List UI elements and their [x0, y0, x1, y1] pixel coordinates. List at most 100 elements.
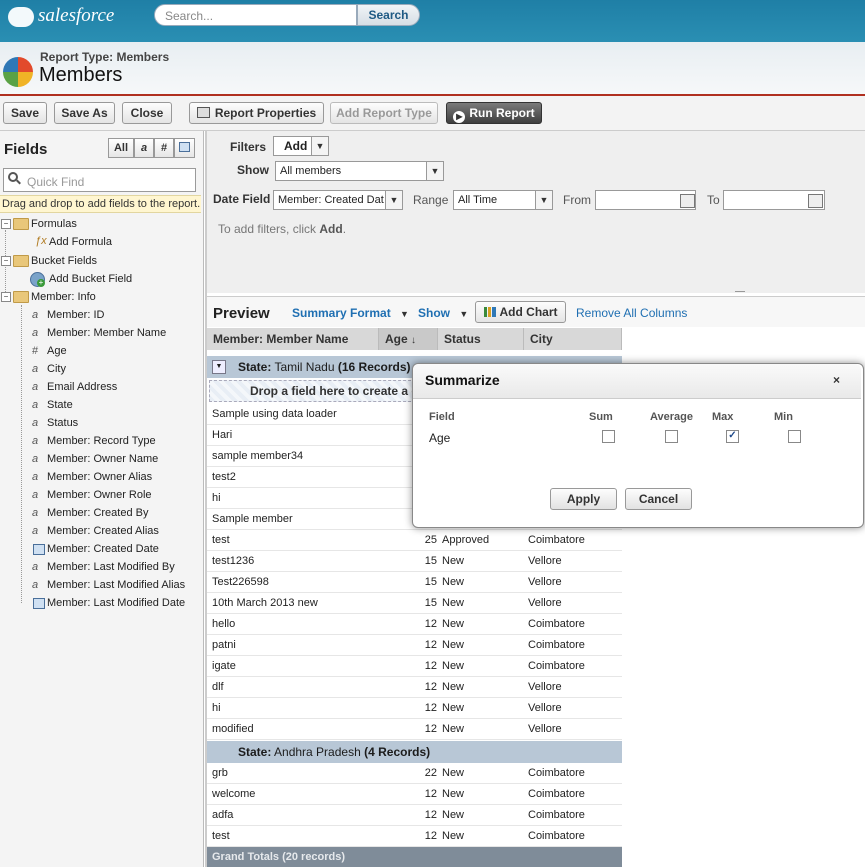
- calendar-icon[interactable]: [680, 194, 695, 208]
- col-header-status[interactable]: Status: [438, 328, 524, 350]
- col-header-city[interactable]: City: [524, 328, 622, 350]
- field-item[interactable]: Member: Record Type: [47, 435, 156, 447]
- field-item[interactable]: Status: [47, 417, 78, 429]
- cell-age: 12: [424, 830, 437, 842]
- range-select[interactable]: All Time ▼: [453, 190, 553, 210]
- field-item[interactable]: Member: Last Modified Date: [47, 597, 185, 609]
- field-item[interactable]: Member: Owner Alias: [47, 471, 152, 483]
- apply-button[interactable]: Apply: [550, 488, 617, 510]
- add-chart-label: Add Chart: [499, 305, 558, 319]
- col-header-member-name[interactable]: Member: Member Name: [207, 328, 379, 350]
- field-item[interactable]: Email Address: [47, 381, 117, 393]
- field-item[interactable]: City: [47, 363, 66, 375]
- filters-label: Filters: [230, 140, 267, 154]
- text-field-icon: a: [32, 417, 39, 429]
- remove-all-columns-link[interactable]: Remove All Columns: [576, 306, 687, 320]
- max-checkbox[interactable]: ✓: [726, 430, 739, 443]
- field-item[interactable]: Member: Last Modified Alias: [47, 579, 185, 591]
- play-icon: ▶: [453, 111, 466, 123]
- field-item[interactable]: Member: Last Modified By: [47, 561, 175, 573]
- text-field-icon: a: [32, 489, 39, 501]
- show-select[interactable]: All members ▼: [275, 161, 444, 181]
- cell-member-name: Sample member: [212, 513, 293, 525]
- cell-status: New: [442, 555, 465, 567]
- tree-bucket-fields[interactable]: Bucket Fields: [31, 255, 97, 267]
- table-row: patni 12 New Coimbatore: [207, 635, 622, 656]
- cell-member-name: test: [212, 830, 230, 842]
- field-item[interactable]: Member: Created Date: [47, 543, 159, 555]
- collapse-bucket-toggle[interactable]: −: [1, 256, 11, 266]
- group-row-andhra-pradesh[interactable]: State: Andhra Pradesh (4 Records): [207, 741, 622, 763]
- show-label: Show: [237, 163, 269, 177]
- min-checkbox[interactable]: [788, 430, 801, 443]
- cell-city: Vellore: [528, 702, 562, 714]
- show-select-value: All members: [280, 165, 342, 177]
- grand-totals-row: Grand Totals (20 records): [207, 847, 622, 867]
- cell-status: New: [442, 681, 465, 693]
- field-item[interactable]: Member: Owner Name: [47, 453, 158, 465]
- folder-icon: [13, 291, 29, 303]
- search-input[interactable]: Search...: [154, 4, 357, 26]
- cell-status: Approved: [442, 534, 490, 546]
- show-dropdown[interactable]: Show ▼: [418, 306, 468, 320]
- report-pie-icon: [3, 57, 33, 87]
- add-chart-button[interactable]: Add Chart: [475, 301, 566, 323]
- preview-title: Preview: [213, 305, 270, 322]
- run-report-button[interactable]: ▶ Run Report: [446, 102, 542, 124]
- field-item[interactable]: Member: ID: [47, 309, 104, 321]
- add-formula-link[interactable]: Add Formula: [49, 236, 112, 248]
- salesforce-logo[interactable]: salesforce: [8, 5, 118, 31]
- cell-age: 12: [424, 788, 437, 800]
- cancel-button[interactable]: Cancel: [625, 488, 692, 510]
- cell-age: 12: [424, 809, 437, 821]
- close-icon[interactable]: ×: [833, 373, 840, 387]
- collapse-formulas-toggle[interactable]: −: [1, 219, 11, 229]
- text-field-icon: a: [32, 453, 39, 465]
- cell-city: Coimbatore: [528, 830, 585, 842]
- collapse-handle[interactable]: [735, 291, 745, 296]
- report-properties-button[interactable]: Report Properties: [189, 102, 324, 124]
- cell-member-name: dlf: [212, 681, 224, 693]
- add-report-type-button[interactable]: Add Report Type: [330, 102, 438, 124]
- field-item[interactable]: Member: Member Name: [47, 327, 166, 339]
- cell-city: Vellore: [528, 555, 562, 567]
- cell-age: 15: [424, 576, 437, 588]
- cell-status: New: [442, 788, 465, 800]
- date-field-icon: [33, 598, 45, 609]
- search-button[interactable]: Search: [357, 4, 420, 26]
- date-field-select[interactable]: Member: Created Dat ▼: [273, 190, 403, 210]
- cell-status: New: [442, 723, 465, 735]
- col-average-header: Average: [650, 411, 694, 423]
- collapse-group-icon[interactable]: ▼: [212, 360, 226, 374]
- summary-format-dropdown[interactable]: Summary Format ▼: [292, 306, 409, 320]
- field-item[interactable]: Member: Created By: [47, 507, 148, 519]
- date-type-filter-icon[interactable]: [174, 138, 195, 158]
- field-item[interactable]: State: [47, 399, 73, 411]
- average-checkbox[interactable]: [665, 430, 678, 443]
- close-button[interactable]: Close: [122, 102, 172, 124]
- tree-formulas[interactable]: Formulas: [31, 218, 77, 230]
- col-max-header: Max: [712, 411, 734, 423]
- col-header-age[interactable]: Age ↓: [379, 328, 438, 350]
- number-type-filter-icon[interactable]: #: [154, 138, 174, 158]
- cell-member-name: Test226598: [212, 576, 269, 588]
- cell-city: Coimbatore: [528, 639, 585, 651]
- save-as-button[interactable]: Save As: [54, 102, 115, 124]
- filter-hint: To add filters, click Add.: [218, 222, 346, 236]
- field-item[interactable]: Member: Owner Role: [47, 489, 152, 501]
- cell-city: Coimbatore: [528, 788, 585, 800]
- filter-all-button[interactable]: All: [108, 138, 134, 158]
- text-type-filter-icon[interactable]: a: [134, 138, 154, 158]
- fields-title: Fields: [4, 141, 48, 158]
- sum-checkbox[interactable]: [602, 430, 615, 443]
- add-filter-dropdown[interactable]: Add ▼: [273, 136, 329, 156]
- calendar-icon[interactable]: [808, 194, 823, 208]
- tree-member-info[interactable]: Member: Info: [31, 291, 96, 303]
- field-item[interactable]: Age: [47, 345, 67, 357]
- collapse-member-info-toggle[interactable]: −: [1, 292, 11, 302]
- cell-age: 12: [424, 723, 437, 735]
- field-item[interactable]: Member: Created Alias: [47, 525, 159, 537]
- table-row: hi 12 New Vellore: [207, 698, 622, 719]
- add-bucket-field-link[interactable]: Add Bucket Field: [49, 273, 132, 285]
- save-button[interactable]: Save: [3, 102, 47, 124]
